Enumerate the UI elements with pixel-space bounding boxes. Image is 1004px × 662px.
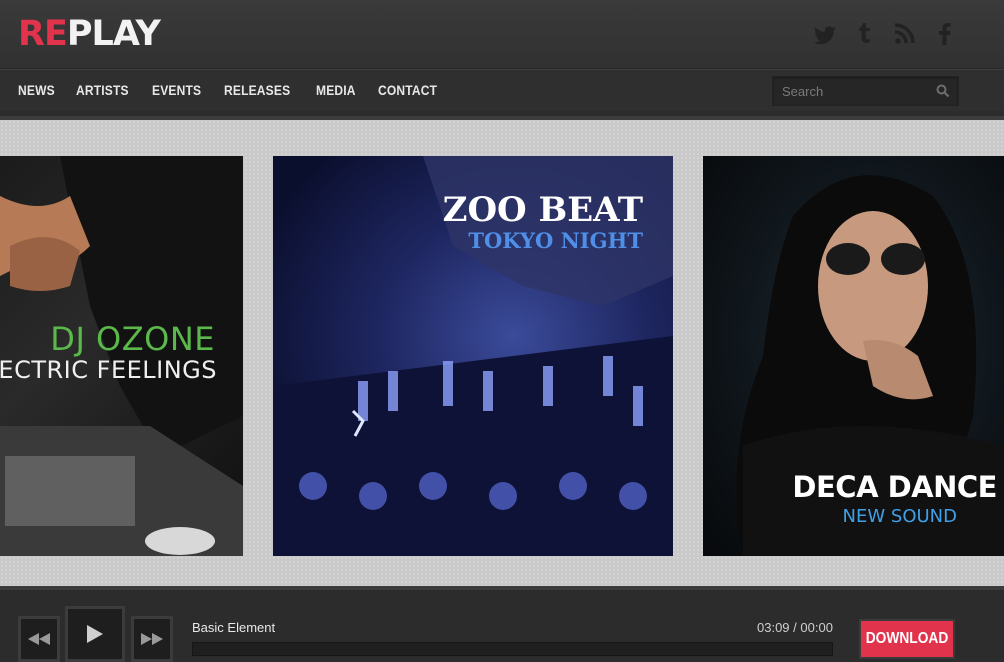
time-display: 03:09 / 00:00: [757, 620, 833, 635]
play-button[interactable]: [65, 606, 125, 662]
main-nav: NEWS ARTISTS EVENTS RELEASES MEDIA CONTA…: [0, 69, 1004, 111]
nav-item-contact[interactable]: CONTACT: [378, 82, 437, 98]
progress-bar[interactable]: [192, 642, 833, 656]
download-label: DOWNLOAD: [865, 630, 949, 647]
play-icon: [87, 625, 103, 643]
search-box: [772, 76, 959, 106]
nav-menu: NEWS ARTISTS EVENTS RELEASES MEDIA CONTA…: [18, 82, 446, 98]
slide-dj-ozone[interactable]: DJ OZONE ELECTRIC FEELINGS: [0, 156, 243, 556]
rewind-icon: [28, 633, 50, 645]
site-header: REPLAY NEWS ARTISTS EVENTS RELEASES MEDI…: [0, 0, 1004, 111]
nav-item-releases[interactable]: RELEASES: [224, 82, 290, 98]
slide-subtitle: NEW SOUND: [842, 506, 957, 527]
slide-subtitle: ELECTRIC FEELINGS: [0, 356, 217, 384]
rewind-button[interactable]: [18, 616, 60, 662]
twitter-icon[interactable]: [812, 20, 838, 48]
nav-item-news[interactable]: NEWS: [18, 82, 55, 98]
time-total: 00:00: [800, 620, 833, 635]
fast-forward-button[interactable]: [131, 616, 173, 662]
nav-item-artists[interactable]: ARTISTS: [76, 82, 129, 98]
rss-icon[interactable]: [892, 20, 918, 48]
featured-slider: DJ OZONE ELECTRIC FEELINGS ZOO BEAT TOKY…: [0, 116, 1004, 590]
slide-deca-dance[interactable]: DECA DANCE NEW SOUND: [703, 156, 1004, 556]
search-icon[interactable]: [936, 84, 950, 98]
nav-item-events[interactable]: EVENTS: [152, 82, 201, 98]
slide-title: ZOO BEAT: [442, 190, 643, 230]
nav-item-media[interactable]: MEDIA: [316, 82, 356, 98]
search-input[interactable]: [773, 77, 942, 105]
audio-player: Basic Element 03:09 / 00:00 DOWNLOAD: [0, 586, 1004, 662]
slide-title: DJ OZONE: [50, 320, 215, 358]
download-button[interactable]: DOWNLOAD: [859, 619, 955, 659]
time-separator: /: [793, 620, 797, 635]
track-title: Basic Element: [192, 620, 276, 635]
tumblr-icon[interactable]: [852, 20, 878, 48]
time-current: 03:09: [757, 620, 790, 635]
facebook-icon[interactable]: [932, 20, 958, 48]
logo-accent: RE: [18, 14, 68, 54]
site-logo[interactable]: REPLAY: [18, 14, 161, 54]
social-links: [812, 20, 958, 48]
slide-title: DECA DANCE: [792, 470, 997, 504]
slide-subtitle: TOKYO NIGHT: [468, 228, 643, 253]
fast-forward-icon: [141, 633, 163, 645]
slide-zoo-beat[interactable]: ZOO BEAT TOKYO NIGHT: [273, 156, 673, 556]
top-bar: REPLAY: [0, 0, 1004, 69]
logo-text: PLAY: [66, 14, 161, 54]
